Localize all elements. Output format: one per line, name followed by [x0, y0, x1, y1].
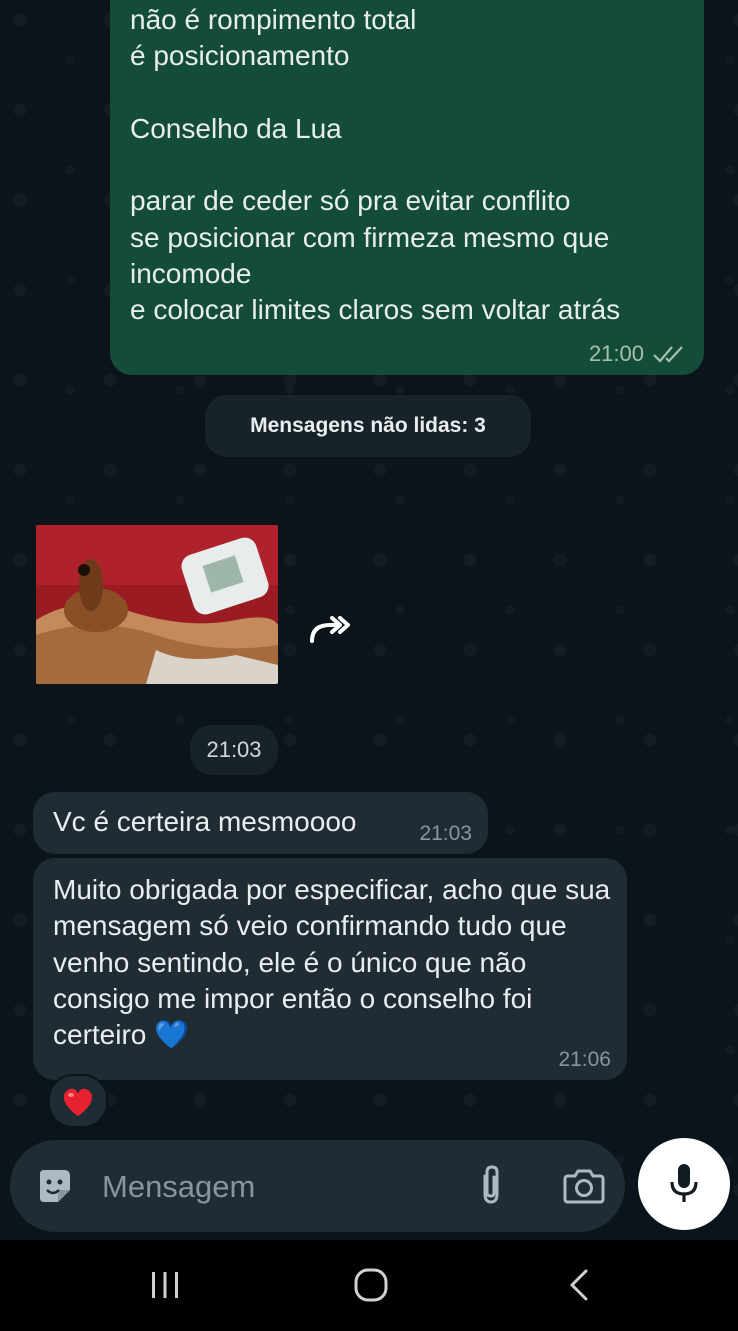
shared-photo[interactable]	[36, 525, 278, 684]
time-separator: 21:03	[190, 725, 278, 775]
message-composer	[10, 1140, 625, 1232]
reaction-chip[interactable]	[48, 1074, 108, 1128]
message-meta: 21:00	[589, 341, 686, 367]
recents-icon[interactable]	[148, 1270, 182, 1300]
incoming-message-bubble[interactable]: Muito obrigada por especificar, acho que…	[33, 858, 627, 1080]
mic-icon	[670, 1164, 698, 1202]
back-icon[interactable]	[566, 1268, 592, 1302]
incoming-message-text: Vc é certeira mesmoooo	[53, 806, 357, 837]
message-time: 21:06	[558, 1048, 611, 1071]
double-check-icon	[653, 346, 683, 363]
message-input[interactable]	[100, 1158, 434, 1216]
sticker-icon[interactable]	[34, 1166, 74, 1206]
camera-icon[interactable]	[562, 1166, 606, 1206]
incoming-message-bubble[interactable]: Vc é certeira mesmoooo 21:03	[33, 792, 488, 854]
outgoing-message-text: não é rompimento total é posicionamento …	[130, 4, 621, 326]
home-icon[interactable]	[352, 1266, 390, 1304]
incoming-message-text: Muito obrigada por especificar, acho que…	[53, 874, 611, 1051]
outgoing-message-bubble[interactable]: não é rompimento total é posicionamento …	[110, 0, 704, 375]
unread-messages-banner: Mensagens não lidas: 3	[205, 395, 531, 457]
voice-message-button[interactable]	[638, 1138, 730, 1230]
forward-icon[interactable]	[300, 603, 354, 657]
system-navigation-bar	[0, 1240, 738, 1331]
message-time: 21:03	[419, 822, 472, 845]
message-time: 21:00	[588, 341, 644, 366]
attach-icon[interactable]	[474, 1164, 508, 1208]
dog-photo-image	[36, 525, 278, 684]
red-heart-icon	[63, 1088, 93, 1116]
